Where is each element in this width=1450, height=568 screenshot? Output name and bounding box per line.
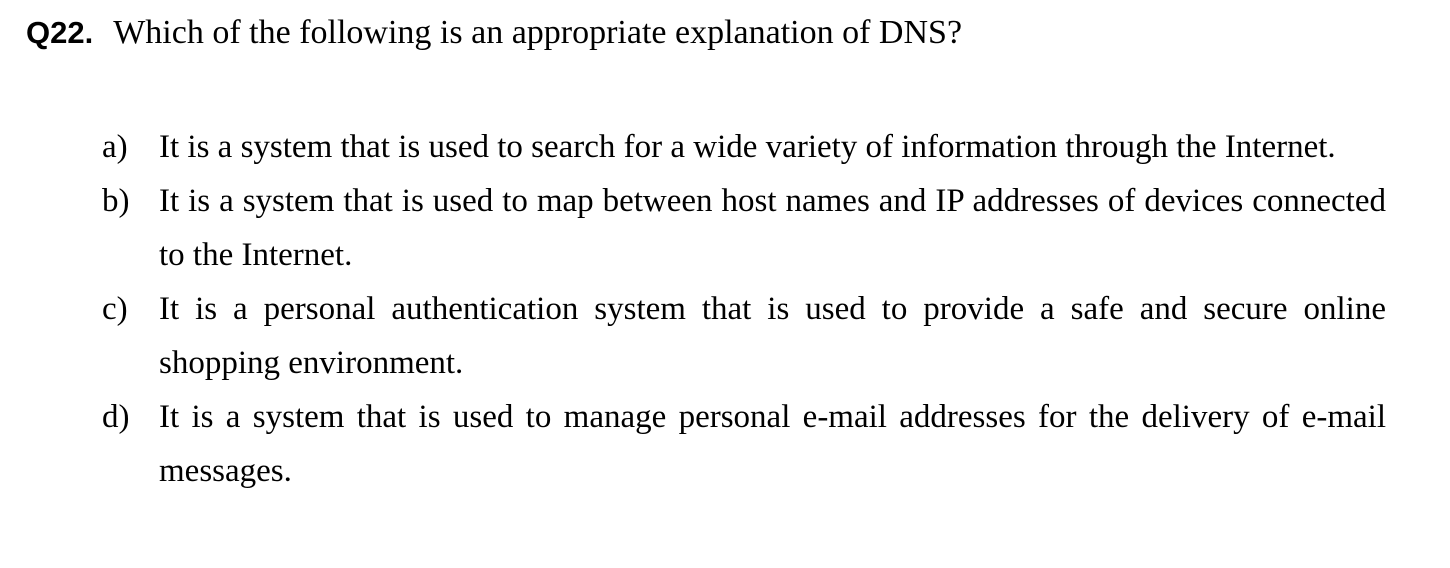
option-a: a) It is a system that is used to search… bbox=[102, 120, 1386, 174]
option-text: It is a system that is used to search fo… bbox=[159, 129, 1336, 165]
option-c: c) It is a personal authentication syste… bbox=[102, 282, 1386, 390]
question-number: Q22. bbox=[26, 15, 94, 50]
option-text: It is a personal authentication system t… bbox=[159, 291, 1386, 381]
option-letter: c) bbox=[102, 291, 128, 327]
question-header: Q22. Which of the following is an approp… bbox=[26, 14, 1426, 52]
option-b: b) It is a system that is used to map be… bbox=[102, 174, 1386, 282]
option-letter: d) bbox=[102, 399, 130, 435]
option-letter: b) bbox=[102, 183, 130, 219]
option-text: It is a system that is used to map betwe… bbox=[159, 183, 1386, 273]
answer-options: a) It is a system that is used to search… bbox=[102, 120, 1386, 498]
option-d: d) It is a system that is used to manage… bbox=[102, 390, 1386, 498]
option-text: It is a system that is used to manage pe… bbox=[159, 399, 1386, 489]
option-letter: a) bbox=[102, 129, 128, 165]
question-text: Which of the following is an appropriate… bbox=[113, 14, 963, 51]
